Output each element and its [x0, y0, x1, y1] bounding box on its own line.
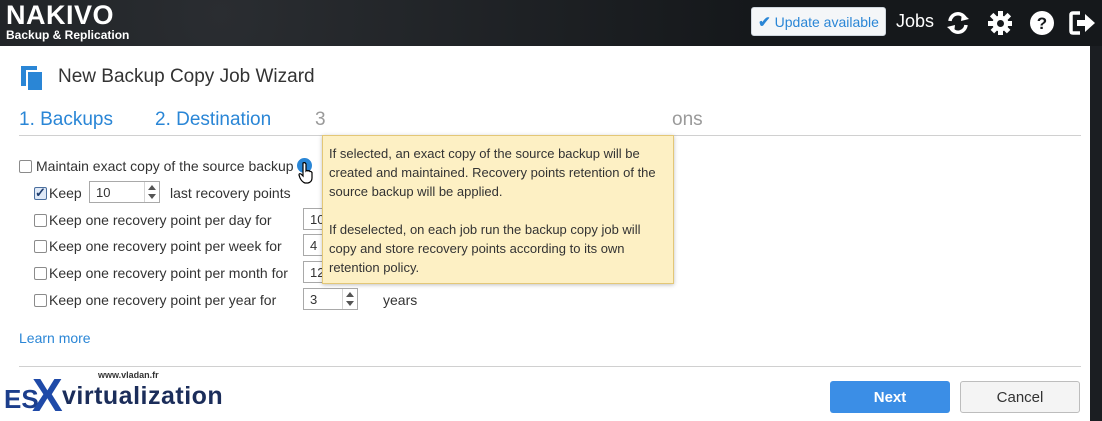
logo-subtitle: Backup & Replication	[6, 28, 130, 42]
stepper-up-icon[interactable]	[148, 185, 156, 190]
keep-last-stepper[interactable]: 10	[89, 181, 160, 203]
refresh-icon[interactable]	[944, 9, 972, 37]
help-icon[interactable]: ?	[1028, 9, 1056, 37]
stepper-up-icon[interactable]	[346, 292, 354, 297]
per-year-unit: years	[383, 292, 418, 308]
per-year-value: 3	[310, 292, 318, 307]
tab-options[interactable]: ons	[672, 109, 703, 131]
hand-cursor-icon	[298, 162, 316, 189]
watermark-virtualization: virtualization	[62, 382, 224, 410]
learn-more-link[interactable]: Learn more	[19, 330, 91, 346]
maintain-exact-copy-checkbox[interactable]	[19, 160, 32, 173]
watermark-x: X	[32, 369, 63, 421]
stepper-down-icon[interactable]	[346, 301, 354, 306]
tooltip-paragraph-selected: If selected, an exact copy of the source…	[329, 146, 656, 199]
svg-text:?: ?	[1037, 14, 1047, 33]
jobs-link[interactable]: Jobs	[896, 11, 934, 32]
per-week-label: Keep one recovery point per week for	[49, 238, 282, 254]
per-year-stepper[interactable]: 3	[303, 288, 358, 310]
top-bar: NAKIVO Backup & Replication ✔ Update ava…	[0, 0, 1102, 46]
wizard-panel: New Backup Copy Job Wizard 1. Backups 2.…	[0, 46, 1090, 421]
tab-backups[interactable]: 1. Backups	[19, 109, 113, 131]
keep-label: Keep	[49, 185, 82, 201]
per-day-label: Keep one recovery point per day for	[49, 212, 272, 228]
update-available-label: Update available	[774, 13, 879, 30]
keep-last-suffix: last recovery points	[170, 185, 291, 201]
tooltip-paragraph-deselected: If deselected, on each job run the backu…	[329, 222, 641, 275]
keep-last-value: 10	[96, 185, 111, 200]
tab-destination[interactable]: 2. Destination	[155, 109, 271, 131]
tab-schedule[interactable]: 3	[315, 109, 326, 131]
copy-job-icon	[19, 64, 47, 97]
per-month-label: Keep one recovery point per month for	[49, 265, 288, 281]
keep-last-checkbox[interactable]	[34, 185, 47, 201]
stepper-down-icon[interactable]	[148, 194, 156, 199]
watermark-logo: www.vladan.fr ES X virtualization	[0, 370, 240, 421]
logout-icon[interactable]	[1068, 9, 1096, 37]
footer-divider	[19, 366, 1081, 367]
logo-title: NAKIVO	[6, 0, 115, 30]
update-available-button[interactable]: ✔ Update available	[751, 7, 886, 36]
per-year-checkbox[interactable]	[34, 294, 47, 307]
cancel-button[interactable]: Cancel	[960, 381, 1080, 413]
per-month-checkbox[interactable]	[34, 267, 47, 280]
next-button[interactable]: Next	[830, 381, 950, 413]
watermark-url: www.vladan.fr	[98, 370, 159, 380]
info-tooltip: If selected, an exact copy of the source…	[322, 135, 674, 284]
per-year-label: Keep one recovery point per year for	[49, 292, 277, 308]
checkmark-icon: ✔	[758, 13, 771, 31]
per-week-checkbox[interactable]	[34, 240, 47, 253]
per-day-checkbox[interactable]	[34, 214, 47, 227]
page-title: New Backup Copy Job Wizard	[58, 66, 315, 87]
maintain-exact-copy-label: Maintain exact copy of the source backup	[36, 158, 294, 174]
per-week-value: 4	[310, 238, 318, 253]
gear-icon[interactable]	[986, 9, 1014, 37]
